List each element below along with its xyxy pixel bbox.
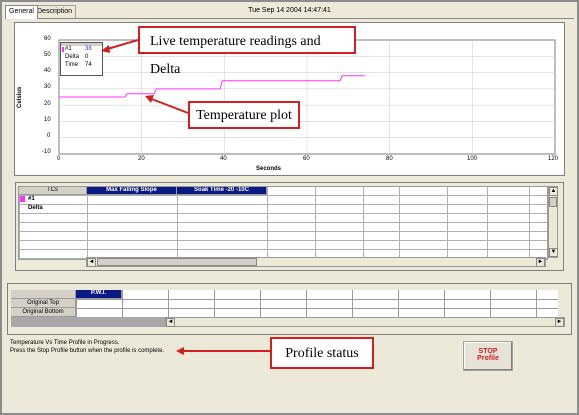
- tc-col-header[interactable]: Soak Time -20 -10C: [177, 187, 267, 195]
- pwi-row-line: [11, 308, 558, 309]
- tc-col-line: [487, 187, 488, 259]
- scroll-left-icon[interactable]: ◄: [87, 258, 96, 267]
- tc-row-line: [19, 231, 547, 232]
- scroll-right-icon[interactable]: ►: [536, 258, 545, 267]
- pwi-col-line: [444, 290, 445, 317]
- pwi-col-line: [536, 290, 537, 317]
- tc-col-line: [529, 187, 530, 259]
- pwi-col-line: [490, 290, 491, 317]
- tc-col-line: [87, 187, 88, 259]
- pwi-table[interactable]: P.W.I. Original Top Original Bottom: [11, 290, 558, 317]
- stop-button-line-1: STOP: [478, 348, 498, 355]
- stop-button-line-2: Profile: [477, 355, 499, 362]
- pwi-row-label: Original Top: [11, 299, 76, 308]
- tc-col-line: [315, 187, 316, 259]
- tc-row-line: [19, 240, 547, 241]
- pwi-col-line: [306, 290, 307, 317]
- tc-row-line: [19, 213, 547, 214]
- tc-row-line: [19, 204, 547, 205]
- pwi-col-line: [214, 290, 215, 317]
- tc-row-line: [19, 222, 547, 223]
- pwi-row-line: [11, 299, 558, 300]
- arrow-plot: [148, 97, 189, 114]
- tc-table[interactable]: TCs Max Falling Slope Soak Time -20 -10C…: [18, 186, 548, 260]
- tc-row-label: #1: [28, 196, 35, 202]
- pwi-scrollbar-filler: [11, 317, 165, 327]
- tc-col-line: [447, 187, 448, 259]
- tc-col-line: [399, 187, 400, 259]
- tc-row-line: [19, 195, 547, 196]
- pwi-corner-cell: [11, 290, 76, 299]
- tc-col-line: [267, 187, 268, 259]
- pwi-col-line: [260, 290, 261, 317]
- scroll-thumb[interactable]: [97, 258, 257, 266]
- scroll-thumb[interactable]: [549, 197, 557, 207]
- pwi-col-line: [398, 290, 399, 317]
- tab-general[interactable]: General: [5, 5, 38, 19]
- status-line-1: Temperature Vs Time Profile in Progress.: [10, 340, 120, 346]
- tc-col-header: TCs: [19, 187, 87, 195]
- scroll-left-icon[interactable]: ◄: [166, 318, 175, 327]
- tc-col-line: [177, 187, 178, 259]
- pwi-col-line: [352, 290, 353, 317]
- pwi-col-line: [168, 290, 169, 317]
- stop-profile-button[interactable]: STOP Profile: [463, 341, 513, 371]
- pwi-col-line: [122, 290, 123, 317]
- scroll-down-icon[interactable]: ▼: [549, 248, 558, 257]
- arrow-status-head: [176, 347, 184, 355]
- status-line-2: Press the Stop Profile button when the p…: [10, 348, 165, 354]
- tc-horizontal-scrollbar[interactable]: ◄ ►: [86, 257, 546, 267]
- tc-row-line: [19, 249, 547, 250]
- tc-col-header[interactable]: Max Falling Slope: [87, 187, 177, 195]
- tc-row-color-swatch: [20, 196, 25, 202]
- scroll-right-icon[interactable]: ►: [555, 318, 564, 327]
- tc-row-label: Delta: [28, 205, 43, 211]
- tc-col-line: [363, 187, 364, 259]
- arrow-live-head: [101, 45, 110, 53]
- tc-vertical-scrollbar[interactable]: ▲ ▼: [548, 186, 558, 258]
- scroll-up-icon[interactable]: ▲: [549, 187, 558, 196]
- pwi-horizontal-scrollbar[interactable]: ◄ ►: [165, 317, 565, 327]
- pwi-row-label: Original Bottom: [11, 308, 76, 317]
- pwi-col-header[interactable]: P.W.I.: [76, 290, 122, 299]
